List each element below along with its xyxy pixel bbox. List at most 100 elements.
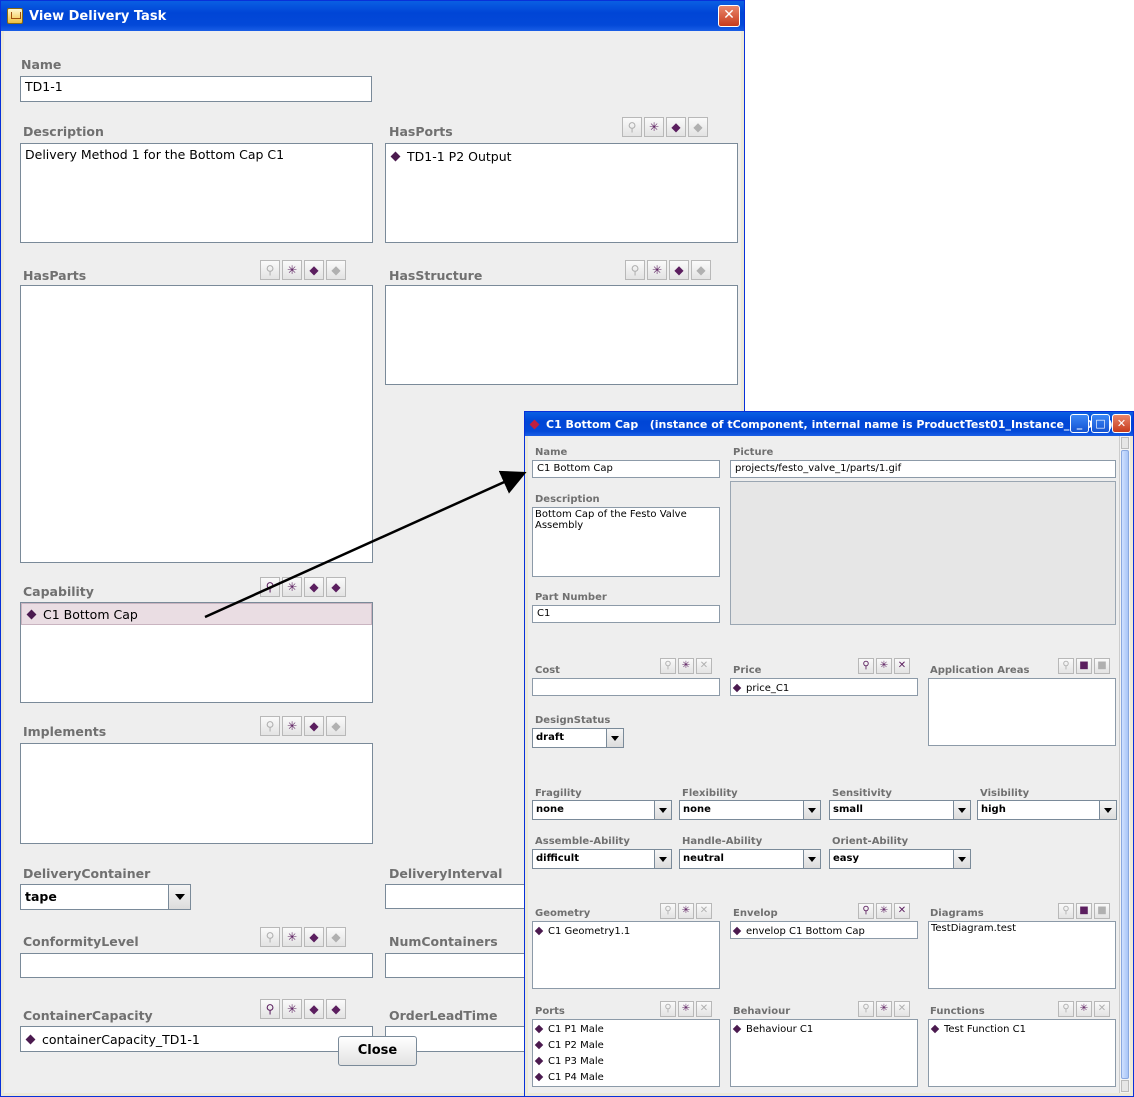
view-icon[interactable]: ✳ (647, 260, 667, 280)
remove-icon[interactable]: ◆ (326, 927, 346, 947)
list-item[interactable]: envelop C1 Bottom Cap (732, 923, 915, 938)
chevron-down-icon[interactable] (654, 850, 671, 868)
behaviour-list[interactable]: Behaviour C1 (730, 1019, 918, 1087)
sub-title-bar[interactable]: C1 Bottom Cap (instance of tComponent, i… (525, 412, 1133, 436)
find-icon[interactable]: ⚲ (260, 927, 280, 947)
find-icon[interactable]: ⚲ (1058, 1001, 1074, 1017)
list-item[interactable]: Behaviour C1 (732, 1021, 915, 1037)
delete-icon[interactable]: ✕ (696, 903, 712, 919)
list-item[interactable]: C1 P1 Male (534, 1021, 717, 1037)
list-item[interactable]: C1 P3 Male (534, 1053, 717, 1069)
chevron-down-icon[interactable] (606, 729, 623, 747)
visibility-select[interactable]: high (977, 800, 1117, 820)
sensitivity-select[interactable]: small (829, 800, 971, 820)
find-icon[interactable]: ⚲ (260, 716, 280, 736)
view-icon[interactable]: ✳ (876, 1001, 892, 1017)
list-item[interactable]: C1 Bottom Cap (21, 603, 372, 625)
chevron-down-icon[interactable] (168, 885, 190, 909)
diagrams-field[interactable]: TestDiagram.test (928, 921, 1116, 989)
view-icon[interactable]: ✳ (876, 658, 892, 674)
envelop-list[interactable]: envelop C1 Bottom Cap (730, 921, 918, 939)
find-icon[interactable]: ⚲ (660, 903, 676, 919)
scroll-down-icon[interactable] (1121, 1080, 1129, 1092)
add-icon[interactable]: ◆ (304, 577, 324, 597)
remove-icon[interactable]: ◆ (326, 260, 346, 280)
view-icon[interactable]: ✳ (1076, 1001, 1092, 1017)
delete-icon[interactable]: ✕ (696, 1001, 712, 1017)
find-icon[interactable]: ⚲ (660, 1001, 676, 1017)
list-item[interactable]: TD1-1 P2 Output (390, 147, 733, 165)
design-status-select[interactable]: draft (532, 728, 624, 748)
view-icon[interactable]: ✳ (282, 999, 302, 1019)
chevron-down-icon[interactable] (803, 801, 820, 819)
hasparts-list[interactable] (20, 285, 373, 563)
delete-icon[interactable]: ✕ (894, 903, 910, 919)
delete-icon[interactable]: ✕ (894, 658, 910, 674)
vertical-scrollbar[interactable] (1119, 436, 1130, 1093)
view-icon[interactable]: ✳ (678, 903, 694, 919)
add-icon[interactable]: ◆ (304, 999, 324, 1019)
geometry-list[interactable]: C1 Geometry1.1 (532, 921, 720, 989)
remove-icon[interactable]: ◆ (688, 117, 708, 137)
handle-ability-select[interactable]: neutral (679, 849, 821, 869)
functions-list[interactable]: Test Function C1 (928, 1019, 1116, 1087)
hasports-list[interactable]: TD1-1 P2 Output (385, 143, 738, 243)
chevron-down-icon[interactable] (953, 850, 970, 868)
delete-icon[interactable]: ✕ (894, 1001, 910, 1017)
view-icon[interactable]: ✳ (282, 927, 302, 947)
list-item[interactable]: C1 P4 Male (534, 1069, 717, 1085)
assemble-ability-select[interactable]: difficult (532, 849, 672, 869)
view-icon[interactable]: ✳ (282, 260, 302, 280)
find-icon[interactable]: ⚲ (858, 903, 874, 919)
find-icon[interactable]: ⚲ (260, 260, 280, 280)
find-icon[interactable]: ⚲ (625, 260, 645, 280)
view-icon[interactable]: ✳ (876, 903, 892, 919)
containercapacity-list[interactable]: containerCapacity_TD1-1 (20, 1026, 373, 1052)
hasstructure-list[interactable] (385, 285, 738, 385)
find-icon[interactable]: ⚲ (1058, 658, 1074, 674)
price-list[interactable]: price_C1 (730, 678, 918, 696)
list-item[interactable]: price_C1 (732, 680, 915, 695)
cost-field[interactable] (532, 678, 720, 696)
close-icon[interactable]: ✕ (1112, 414, 1131, 433)
delete-icon[interactable]: ✕ (1094, 1001, 1110, 1017)
add-icon[interactable]: ◆ (304, 927, 324, 947)
find-icon[interactable]: ⚲ (660, 658, 676, 674)
add-icon[interactable]: ◆ (666, 117, 686, 137)
chevron-down-icon[interactable] (803, 850, 820, 868)
remove-icon[interactable]: ◆ (326, 716, 346, 736)
maximize-icon[interactable]: □ (1091, 414, 1110, 433)
flexibility-select[interactable]: none (679, 800, 821, 820)
application-areas-list[interactable] (928, 678, 1116, 746)
name-field[interactable]: C1 Bottom Cap (532, 460, 720, 478)
list-item[interactable]: Test Function C1 (930, 1021, 1113, 1037)
find-icon[interactable]: ⚲ (622, 117, 642, 137)
description-textarea[interactable]: Bottom Cap of the Festo Valve Assembly (532, 507, 720, 577)
list-item[interactable]: C1 Geometry1.1 (534, 923, 717, 939)
window-close-button[interactable]: ✕ (718, 5, 740, 27)
chevron-down-icon[interactable] (654, 801, 671, 819)
scroll-thumb[interactable] (1121, 450, 1129, 1079)
add-icon[interactable]: ◆ (669, 260, 689, 280)
find-icon[interactable]: ⚲ (1058, 903, 1074, 919)
list-item[interactable]: C1 P2 Male (534, 1037, 717, 1053)
minimize-icon[interactable]: _ (1070, 414, 1089, 433)
create-icon[interactable]: ■ (1076, 658, 1092, 674)
description-textarea[interactable]: Delivery Method 1 for the Bottom Cap C1 (20, 143, 373, 243)
delete-icon[interactable]: ✕ (696, 658, 712, 674)
fragility-select[interactable]: none (532, 800, 672, 820)
find-icon[interactable]: ⚲ (260, 577, 280, 597)
view-icon[interactable]: ✳ (644, 117, 664, 137)
chevron-down-icon[interactable] (1099, 801, 1116, 819)
part-number-field[interactable]: C1 (532, 605, 720, 623)
close-button[interactable]: Close (338, 1036, 417, 1066)
add-icon[interactable]: ◆ (304, 260, 324, 280)
view-icon[interactable]: ✳ (678, 1001, 694, 1017)
add-icon[interactable]: ◆ (304, 716, 324, 736)
delete-icon[interactable]: ■ (1094, 903, 1110, 919)
view-icon[interactable]: ✳ (678, 658, 694, 674)
remove-icon[interactable]: ◆ (326, 577, 346, 597)
find-icon[interactable]: ⚲ (260, 999, 280, 1019)
find-icon[interactable]: ⚲ (858, 658, 874, 674)
main-title-bar[interactable]: View Delivery Task ✕ (1, 1, 744, 31)
